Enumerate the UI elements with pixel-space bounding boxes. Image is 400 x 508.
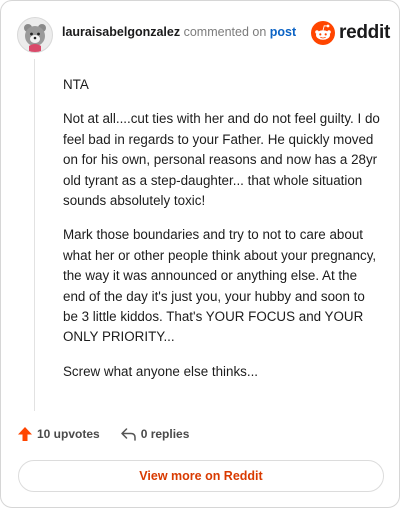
- comment-header: lauraisabelgonzalez commented on post: [62, 25, 296, 39]
- upvote-count: 10 upvotes: [37, 427, 100, 441]
- comment-paragraph: Screw what anyone else thinks...: [63, 363, 259, 379]
- thread-line: [34, 59, 35, 411]
- view-more-button[interactable]: View more on Reddit: [18, 460, 384, 492]
- reply-arrow-icon: [120, 428, 136, 441]
- reddit-snoo-icon: [311, 21, 335, 45]
- comment-card: lauraisabelgonzalez commented on post re…: [0, 0, 400, 508]
- upvote-button[interactable]: 10 upvotes: [17, 426, 100, 442]
- commented-on-text: commented on: [183, 25, 267, 39]
- comment-paragraph: Not at all....cut ties with her and do n…: [63, 111, 380, 209]
- comment-paragraph: Mark those boundaries and try to not to …: [63, 227, 377, 345]
- reddit-logo[interactable]: reddit: [311, 21, 390, 45]
- comment-body: NTA Not at all....cut ties with her and …: [63, 75, 381, 396]
- username[interactable]: lauraisabelgonzalez: [62, 25, 180, 39]
- comment-paragraph: NTA: [63, 77, 89, 92]
- bear-avatar-icon[interactable]: [17, 17, 53, 53]
- post-link[interactable]: post: [270, 25, 296, 39]
- reply-button[interactable]: 0 replies: [120, 426, 190, 442]
- comment-actions: 10 upvotes 0 replies: [17, 426, 189, 442]
- reddit-wordmark: reddit: [339, 22, 390, 43]
- reply-count: 0 replies: [140, 427, 190, 441]
- upvote-arrow-icon: [18, 427, 32, 441]
